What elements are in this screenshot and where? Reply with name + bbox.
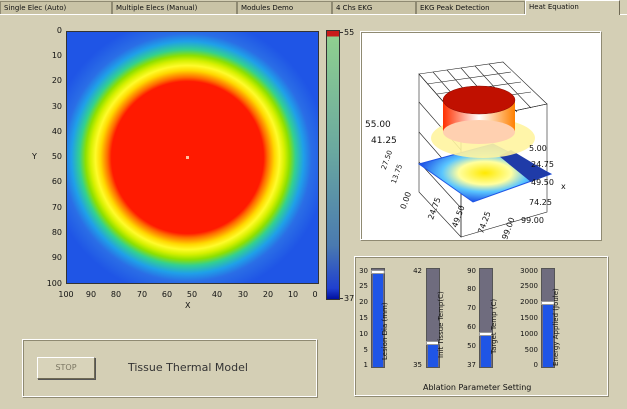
heatmap-plot (66, 31, 319, 284)
surface-ztick: 55.00 (365, 120, 391, 130)
slider-tick: 60 (467, 323, 476, 331)
heatmap-xtick: 50 (186, 290, 198, 299)
surface-ztick: 41.25 (371, 136, 397, 146)
slider-tick: 30 (359, 267, 368, 275)
slider-tick: 20 (359, 298, 368, 306)
heatmap-ytick: 50 (51, 152, 62, 161)
slider-tick: 0 (533, 361, 538, 369)
surface-axis-label: x (561, 182, 566, 191)
surface-plot-svg (417, 61, 553, 238)
heatmap-xtick: 70 (136, 290, 148, 299)
slider-label: Lesion Dia (mm) (381, 302, 389, 360)
slider-tick: 37 (467, 361, 476, 369)
slider-label: Energy Applied (Joule) (552, 288, 560, 366)
heatmap-ytick: 0 (56, 26, 62, 35)
heatmap-ytick: 80 (51, 228, 62, 237)
heatmap-xtick: 30 (237, 290, 249, 299)
surface-plot: 55.00 41.25 27.50 13.75 0.00 24.75 49.50… (360, 31, 602, 241)
slider-tick: 90 (467, 267, 476, 275)
slider-thumb[interactable] (371, 270, 385, 274)
heatmap-xtick: 40 (211, 290, 223, 299)
colorbar-max-label: 55 (344, 28, 355, 37)
heatmap-xtick: 60 (161, 290, 173, 299)
slider-tick: 500 (524, 346, 538, 354)
surface-xtick: 24.75 (531, 160, 554, 169)
slider-tick: 10 (359, 330, 368, 338)
slider-tick: 2500 (520, 282, 538, 290)
slider-tick: 70 (467, 304, 476, 312)
surface-xtick: 5.00 (529, 144, 547, 153)
tab-4chs-ekg[interactable]: 4 Chs EKG (332, 1, 416, 14)
slider-tick: 42 (413, 267, 422, 275)
slider-tick: 1000 (520, 330, 538, 338)
heatmap-xtick: 10 (287, 290, 299, 299)
slider-tick: 50 (467, 342, 476, 350)
heatmap-xtick: 20 (262, 290, 274, 299)
surface-xtick: 49.50 (531, 178, 554, 187)
heatmap-ytick: 70 (51, 203, 62, 212)
slider-tick: 3000 (520, 267, 538, 275)
surface-cylinder-top (442, 85, 516, 115)
colorbar (326, 30, 340, 300)
colorbar-min-marker (340, 298, 343, 299)
heatmap-xtick: 90 (85, 290, 97, 299)
heatmap-xtick: 80 (110, 290, 122, 299)
panel-title: Tissue Thermal Model (128, 361, 248, 374)
heatmap-xlabel: X (185, 301, 191, 310)
heatmap-ytick: 100 (46, 279, 62, 288)
tab-ekg-peak-detection[interactable]: EKG Peak Detection (416, 1, 525, 14)
slider-tick: 80 (467, 285, 476, 293)
slider-tick: 1500 (520, 314, 538, 322)
surface-xtick: 74.25 (529, 198, 552, 207)
colorbar-max-marker (340, 32, 343, 33)
heatmap-cursor (186, 156, 189, 159)
slider-tick: 1 (363, 361, 368, 369)
tab-heat-equation[interactable]: Heat Equation (525, 0, 620, 15)
slider-tick: 2000 (520, 298, 538, 306)
tab-single-elec[interactable]: Single Elec (Auto) (0, 1, 112, 14)
surface-xtick: 99.00 (521, 216, 544, 225)
tab-bar: Single Elec (Auto) Multiple Elecs (Manua… (0, 0, 627, 15)
slider-label: Target Temp (C) (490, 298, 498, 354)
heatmap-ytick: 10 (51, 51, 62, 60)
slider-label: Init Tissue Temp(C) (437, 291, 445, 358)
tab-multiple-elecs[interactable]: Multiple Elecs (Manual) (112, 1, 237, 14)
tab-modules-demo[interactable]: Modules Demo (237, 1, 332, 14)
heatmap-xtick: 100 (58, 290, 74, 299)
slider-tick: 15 (359, 314, 368, 322)
group-label: Ablation Parameter Setting (423, 383, 532, 392)
heatmap-ylabel: Y (32, 152, 37, 161)
heatmap-ytick: 40 (51, 127, 62, 136)
stop-button[interactable]: STOP (37, 357, 95, 379)
heatmap-ytick: 20 (51, 76, 62, 85)
heatmap-xtick: 0 (312, 290, 318, 299)
surface-cylinder-bottom (443, 120, 515, 144)
slider-tick: 25 (359, 282, 368, 290)
slider-tick: 35 (413, 361, 422, 369)
slider-tick: 5 (363, 346, 368, 354)
heatmap-ytick: 30 (51, 102, 62, 111)
heatmap-ytick: 60 (51, 177, 62, 186)
heatmap-ytick: 90 (51, 253, 62, 262)
